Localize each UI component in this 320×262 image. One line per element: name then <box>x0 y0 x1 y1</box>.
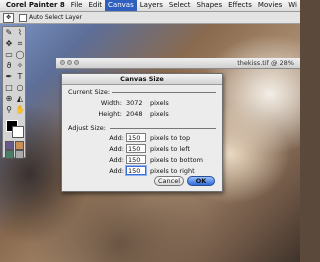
text-icon[interactable]: T <box>15 72 25 82</box>
paper-selector-icon[interactable] <box>5 141 14 150</box>
paint-bucket-icon[interactable]: ◭ <box>15 94 25 104</box>
crop-icon[interactable]: ⌗ <box>15 39 25 49</box>
magnifier-icon[interactable]: ⚲ <box>4 105 14 115</box>
add-top-unit: pixels to top <box>150 134 191 142</box>
additional-color-swatch[interactable] <box>12 126 24 138</box>
add-top-input[interactable]: 150 <box>126 133 146 142</box>
add-bottom-input[interactable]: 150 <box>126 155 146 164</box>
window-controls <box>60 60 79 65</box>
auto-select-checkbox[interactable] <box>19 13 27 22</box>
menu-shapes[interactable]: Shapes <box>194 0 226 11</box>
menu-layers[interactable]: Layers <box>137 0 166 11</box>
zoom-icon[interactable] <box>74 60 79 65</box>
menu-canvas[interactable]: Canvas <box>105 0 137 11</box>
current-size-label: Current Size: <box>68 88 111 96</box>
minimize-icon[interactable] <box>67 60 72 65</box>
gradient-selector-icon[interactable] <box>15 141 24 150</box>
divine-proportion-icon[interactable]: ⊕ <box>4 94 14 104</box>
ok-button[interactable]: OK <box>187 176 215 186</box>
height-value: 2048 <box>126 110 143 118</box>
dialog-title: Canvas Size <box>62 74 222 85</box>
width-label: Width: <box>100 99 122 107</box>
ellipse-shape-icon[interactable]: ○ <box>15 83 25 93</box>
height-unit: pixels <box>150 110 169 118</box>
rectangle-shape-icon[interactable]: □ <box>4 83 14 93</box>
menu-effects[interactable]: Effects <box>225 0 255 11</box>
property-bar: ✥ Auto Select Layer <box>0 12 300 24</box>
menu-edit[interactable]: Edit <box>85 0 105 11</box>
brush-icon[interactable]: ✎ <box>4 28 14 38</box>
add-top-label: Add: <box>109 134 124 142</box>
toolbox: ✎ ⌇ ✥ ⌗ ▭ ◯ ϑ ✧ ✒ T □ ○ ⊕ ◭ ⚲ ✋ <box>2 26 26 159</box>
add-bottom-unit: pixels to bottom <box>150 156 203 164</box>
width-unit: pixels <box>150 99 169 107</box>
document-title: thekiss.tif @ 28% <box>237 59 294 67</box>
document-titlebar[interactable]: thekiss.tif @ 28% <box>56 58 300 69</box>
nozzle-selector-icon[interactable] <box>15 150 24 159</box>
grabber-icon[interactable]: ✋ <box>15 105 25 115</box>
current-size-divider <box>112 92 216 93</box>
add-left-input[interactable]: 150 <box>126 144 146 153</box>
add-right-input[interactable]: 150 <box>126 166 146 175</box>
close-icon[interactable] <box>60 60 65 65</box>
add-right-label: Add: <box>109 167 124 175</box>
height-label: Height: <box>98 110 122 118</box>
lasso-icon[interactable]: ϑ <box>4 61 14 71</box>
oval-select-icon[interactable]: ◯ <box>15 50 25 60</box>
menu-select[interactable]: Select <box>166 0 194 11</box>
menu-app[interactable]: Corel Painter 8 <box>4 0 68 11</box>
dropper-icon[interactable]: ⌇ <box>15 28 25 38</box>
menu-movies[interactable]: Movies <box>255 0 285 11</box>
layer-adjuster-icon[interactable]: ✥ <box>3 12 14 23</box>
menu-window[interactable]: Wi <box>285 0 300 11</box>
add-left-unit: pixels to left <box>150 145 190 153</box>
magic-wand-icon[interactable]: ✧ <box>15 61 25 71</box>
add-bottom-label: Add: <box>109 156 124 164</box>
layer-adjuster-tool-icon[interactable]: ✥ <box>4 39 14 49</box>
auto-select-label: Auto Select Layer <box>29 14 82 21</box>
width-value: 3072 <box>126 99 143 107</box>
menu-bar: Corel Painter 8 File Edit Canvas Layers … <box>0 0 300 12</box>
adjust-size-divider <box>110 128 216 129</box>
canvas-size-dialog: Canvas Size Current Size: Width: 3072 pi… <box>61 73 223 192</box>
adjust-size-label: Adjust Size: <box>68 124 106 132</box>
menu-file[interactable]: File <box>68 0 86 11</box>
pattern-selector-icon[interactable] <box>5 150 14 159</box>
cancel-button[interactable]: Cancel <box>154 176 184 186</box>
pen-icon[interactable]: ✒ <box>4 72 14 82</box>
add-left-label: Add: <box>109 145 124 153</box>
rect-select-icon[interactable]: ▭ <box>4 50 14 60</box>
add-right-unit: pixels to right <box>150 167 195 175</box>
